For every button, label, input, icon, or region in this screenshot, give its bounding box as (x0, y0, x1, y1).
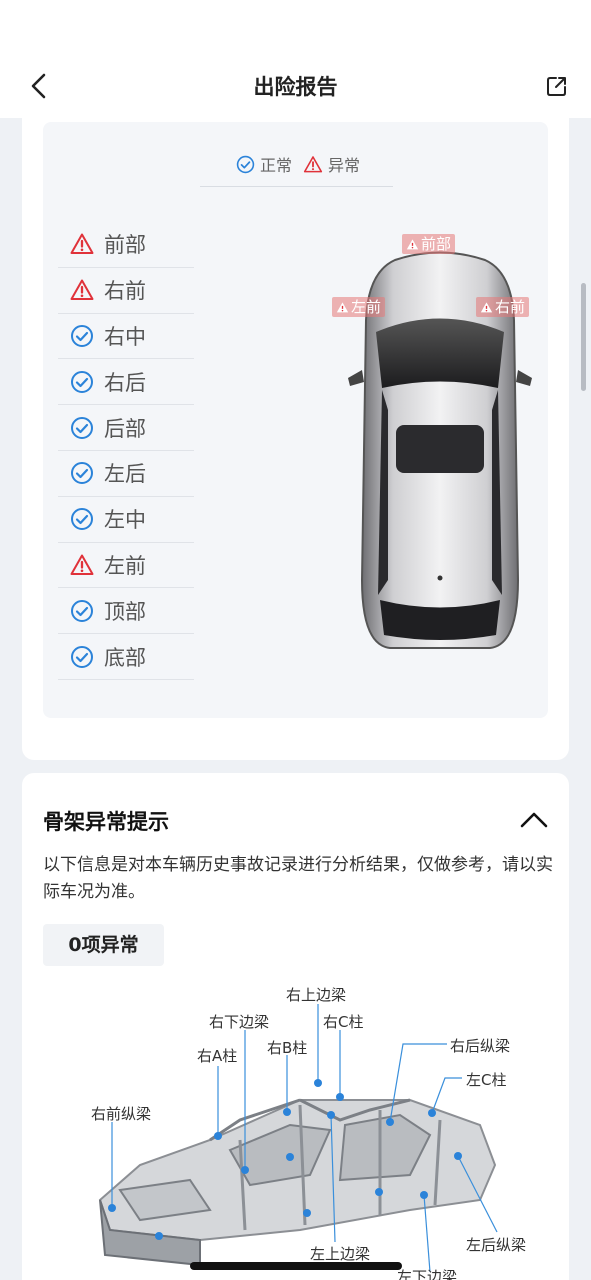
part-status-item: 右中 (58, 314, 194, 360)
part-status-item: 右前 (58, 268, 194, 314)
check-circle-icon (236, 155, 255, 173)
warning-icon (480, 301, 493, 312)
home-indicator[interactable] (190, 1262, 402, 1270)
label-right-a-pillar: 右A柱 (197, 1047, 238, 1065)
app-header: 出险报告 (0, 0, 591, 118)
part-status-item: 后部 (58, 405, 194, 451)
check-circle-icon (71, 462, 93, 485)
part-status-item: 左中 (58, 497, 194, 543)
label-right-c-pillar: 右C柱 (323, 1013, 364, 1031)
car-tag-front: 前部 (402, 234, 456, 254)
part-label: 底部 (104, 645, 146, 670)
part-status-item: 底部 (58, 634, 194, 680)
part-status-item: 前部 (58, 222, 194, 268)
check-circle-icon (71, 370, 93, 393)
label-left-c-pillar: 左C柱 (466, 1071, 507, 1089)
check-circle-icon (71, 645, 93, 668)
label-right-lower-beam: 右下边梁 (209, 1013, 270, 1031)
car-tag-right-front: 右前 (476, 297, 530, 317)
part-label: 右前 (104, 279, 146, 304)
part-label: 顶部 (104, 599, 146, 624)
part-label: 前部 (104, 233, 146, 258)
part-status-item: 左前 (58, 543, 194, 589)
part-label: 左中 (104, 508, 146, 533)
part-label: 左前 (104, 553, 146, 578)
label-left-upper-beam: 左上边梁 (310, 1245, 371, 1263)
scrollbar[interactable] (581, 283, 586, 391)
part-label: 后部 (104, 416, 146, 441)
label-right-rear-rail: 右后纵梁 (450, 1037, 511, 1055)
part-status-item: 右后 (58, 359, 194, 406)
check-circle-icon (71, 324, 93, 347)
warning-icon (70, 233, 94, 255)
label-left-rear-rail: 左后纵梁 (466, 1236, 527, 1254)
skeleton-description: 以下信息是对本车辆历史事故记录进行分析结果，仅做参考，请以实际车况为准。 (43, 855, 553, 902)
label-right-front-rail: 右前纵梁 (91, 1105, 152, 1123)
warning-icon (303, 155, 323, 172)
part-label: 左后 (104, 462, 146, 487)
chevron-up-icon[interactable] (518, 806, 550, 834)
warning-icon (70, 279, 94, 301)
warning-icon (406, 238, 419, 249)
part-label: 右后 (104, 370, 146, 395)
skeleton-title: 骨架异常提示 (43, 810, 169, 834)
label-left-lower-beam: 左下边梁 (397, 1268, 458, 1280)
page-title: 出险报告 (253, 75, 338, 99)
part-status-item: 左后 (58, 451, 194, 497)
part-status-list: 前部右前右中右后后部左后左中左前顶部底部 (58, 222, 194, 680)
legend-divider (200, 186, 393, 187)
part-status-item: 顶部 (58, 588, 194, 635)
check-circle-icon (71, 508, 93, 531)
legend-abnormal-label: 异常 (328, 156, 361, 175)
status-legend: 正常 异常 (236, 152, 360, 176)
warning-icon (336, 301, 349, 312)
abnormal-count-badge: 0项异常 (43, 924, 164, 966)
check-circle-icon (71, 416, 93, 439)
car-tag-left-front: 左前 (332, 297, 386, 317)
part-label: 右中 (104, 324, 146, 349)
legend-normal-label: 正常 (260, 156, 293, 175)
share-icon[interactable] (543, 72, 571, 100)
label-right-upper-beam: 右上边梁 (286, 986, 347, 1004)
check-circle-icon (71, 599, 93, 622)
label-right-b-pillar: 右B柱 (267, 1039, 308, 1057)
warning-icon (70, 554, 94, 575)
